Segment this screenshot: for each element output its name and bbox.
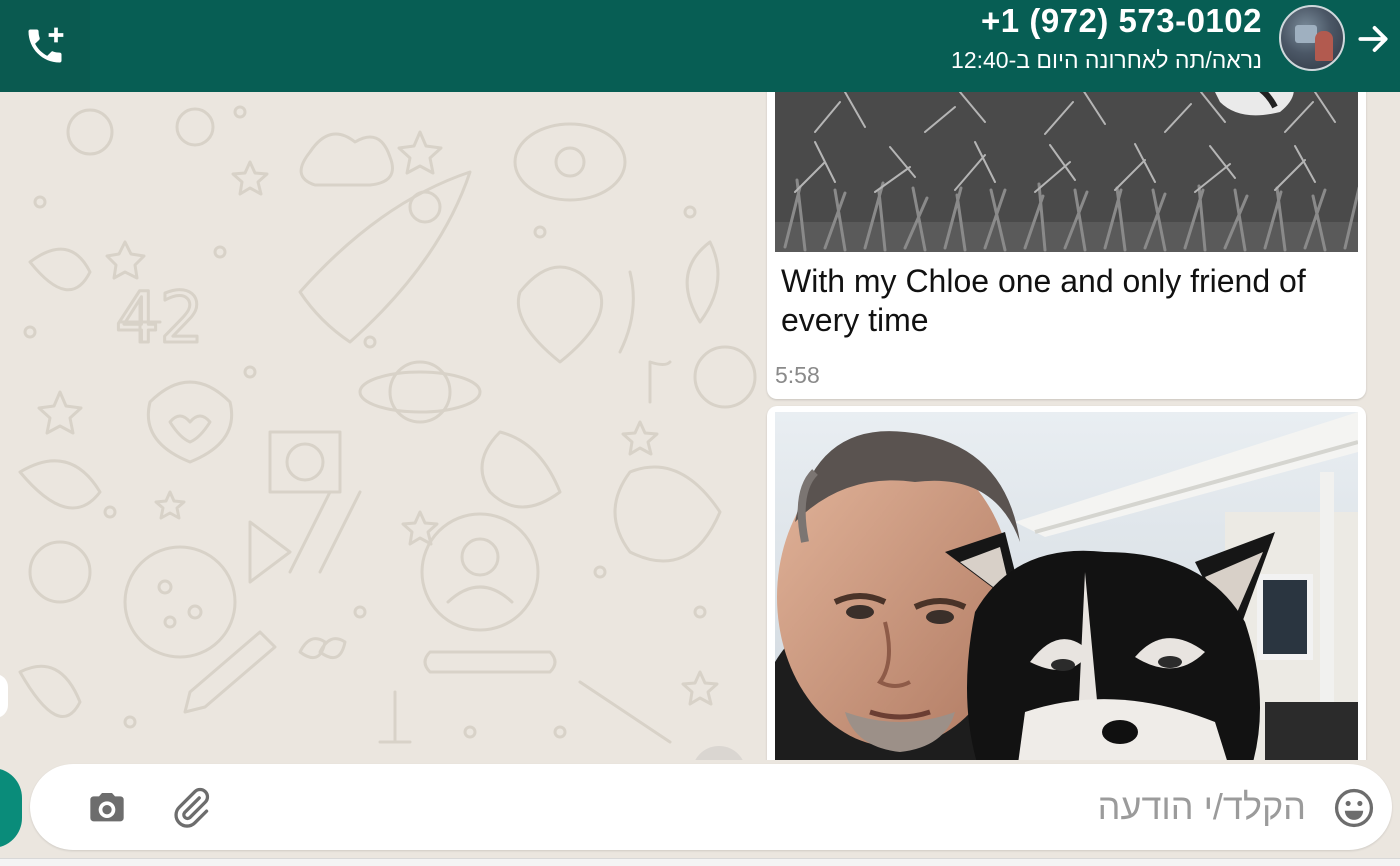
add-call-button[interactable] xyxy=(0,0,90,92)
chat-header: +1 (972) 573-0102 נראה/תה לאחרונה היום ב… xyxy=(0,0,1400,92)
wallpaper-doodles: 42 xyxy=(18,105,757,744)
message-input[interactable]: הקלד/י הודעה xyxy=(30,764,1392,850)
emoji-icon[interactable] xyxy=(1332,786,1376,830)
message-bubble[interactable] xyxy=(767,406,1366,760)
paperclip-icon[interactable] xyxy=(168,786,214,830)
send-voice-button[interactable] xyxy=(0,768,22,848)
message-photo[interactable] xyxy=(775,92,1358,252)
message-caption: With my Chloe one and only friend of eve… xyxy=(781,263,1306,338)
last-seen-status: נראה/תה לאחרונה היום ב-12:40 xyxy=(951,47,1262,73)
arrow-right-icon xyxy=(1358,26,1388,52)
avatar[interactable] xyxy=(1279,5,1345,71)
composer-bar: הקלד/י הודעה xyxy=(0,760,1400,865)
svg-text:42: 42 xyxy=(115,277,204,359)
back-button[interactable] xyxy=(1350,18,1396,60)
message-photo[interactable] xyxy=(775,412,1358,760)
add-call-icon xyxy=(28,27,64,63)
message-placeholder: הקלד/י הודעה xyxy=(1097,786,1306,827)
camera-icon[interactable] xyxy=(84,788,130,828)
chat-area[interactable]: 42 With my Chloe one and only friend of … xyxy=(0,92,1400,760)
message-time: 5:58 xyxy=(775,362,820,388)
message-bubble[interactable]: With my Chloe one and only friend of eve… xyxy=(767,92,1366,399)
contact-name[interactable]: +1 (972) 573-0102 xyxy=(981,2,1262,40)
